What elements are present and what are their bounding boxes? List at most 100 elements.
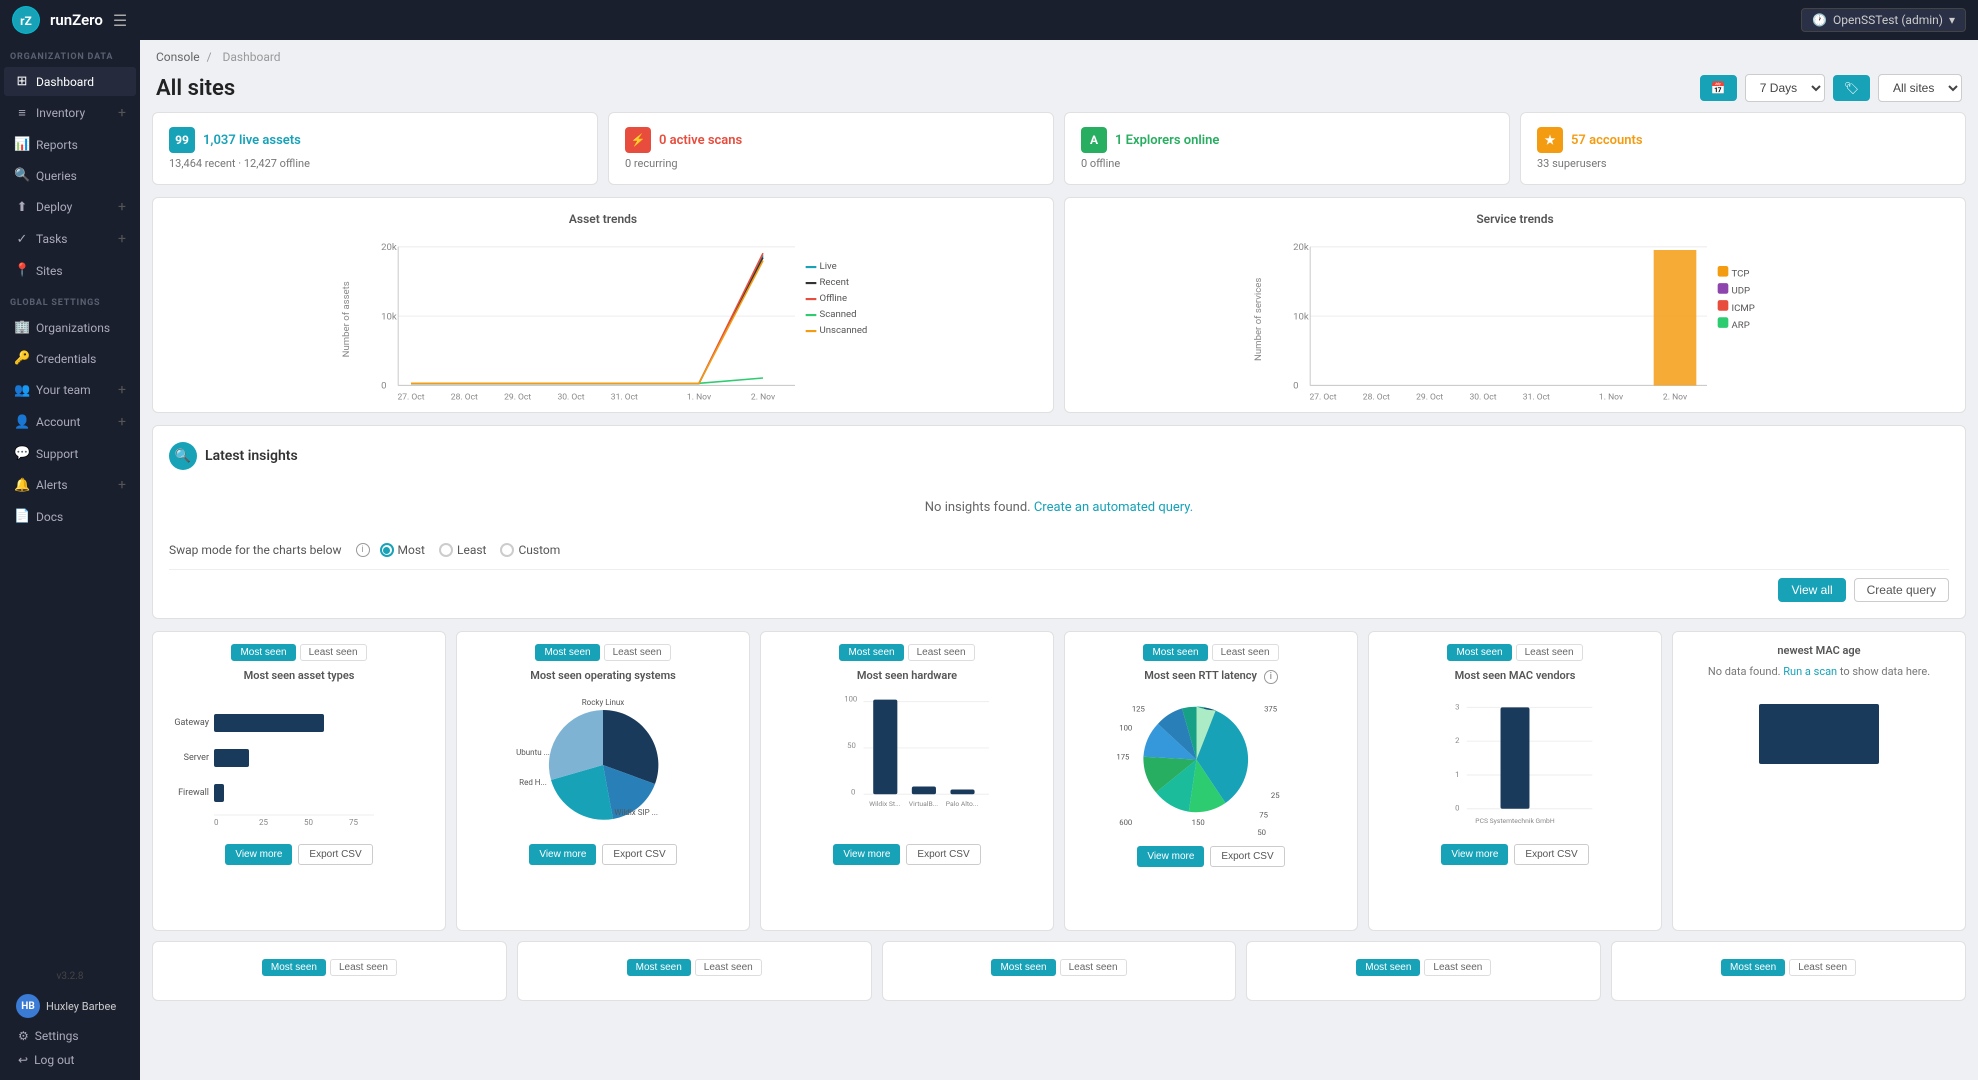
bottom-most-btn-3[interactable]: Most seen — [991, 959, 1055, 976]
sidebar-item-reports[interactable]: 📊 Reports — [4, 130, 136, 159]
org-selector[interactable]: 🕐 OpenSSTest (admin) ▾ — [1801, 8, 1966, 32]
bottom-most-btn-2[interactable]: Most seen — [627, 959, 691, 976]
svg-text:3: 3 — [1455, 702, 1459, 711]
svg-text:ARP: ARP — [1732, 320, 1750, 331]
rtt-most-btn[interactable]: Most seen — [1143, 644, 1207, 661]
asset-types-export-btn[interactable]: Export CSV — [298, 844, 372, 865]
bottom-least-btn-5[interactable]: Least seen — [1789, 959, 1856, 976]
bottom-least-btn-4[interactable]: Least seen — [1424, 959, 1491, 976]
hardware-chart: 100 50 0 Wildix St... VirtualB... Pa — [773, 690, 1041, 830]
mac-vendors-view-btn[interactable]: View more — [1441, 844, 1508, 865]
sidebar-item-support[interactable]: 💬 Support — [4, 439, 136, 468]
os-export-btn[interactable]: Export CSV — [602, 844, 676, 865]
content-area: 99 1,037 live assets 13,464 recent · 12,… — [140, 112, 1978, 1013]
mac-age-no-data: No data found. Run a scan to show data h… — [1685, 665, 1953, 678]
os-most-btn[interactable]: Most seen — [535, 644, 599, 661]
asset-types-most-btn[interactable]: Most seen — [231, 644, 295, 661]
hardware-least-btn[interactable]: Least seen — [908, 644, 975, 661]
sidebar-item-your-team[interactable]: 👥 Your team + — [4, 375, 136, 405]
bottom-least-btn-3[interactable]: Least seen — [1060, 959, 1127, 976]
svg-text:0: 0 — [851, 787, 855, 796]
radio-most[interactable]: Most — [380, 543, 425, 557]
rtt-footer: View more Export CSV — [1077, 846, 1345, 867]
accounts-sub: 33 superusers — [1537, 157, 1949, 170]
svg-text:1: 1 — [1455, 770, 1459, 779]
stat-card-accounts-header: ★ 57 accounts — [1537, 127, 1949, 153]
insights-icon: 🔍 — [169, 442, 197, 470]
swap-mode-row: Swap mode for the charts below i Most Le… — [169, 535, 1949, 569]
asset-trends-chart: Number of assets 20k 10k 0 27. Oct — [167, 234, 1039, 394]
stat-card-accounts: ★ 57 accounts 33 superusers — [1520, 112, 1966, 185]
hardware-toggle-row: Most seen Least seen — [773, 644, 1041, 661]
sidebar-item-docs[interactable]: 📄 Docs — [4, 502, 136, 531]
sidebar-item-deploy[interactable]: ⬆ Deploy + — [4, 192, 136, 222]
os-view-btn[interactable]: View more — [529, 844, 596, 865]
asset-types-least-btn[interactable]: Least seen — [300, 644, 367, 661]
mac-age-run-scan-link[interactable]: Run a scan — [1783, 665, 1837, 678]
time-range-select[interactable]: 7 Days — [1745, 74, 1825, 102]
bottom-toggle-2: Most seen Least seen — [627, 959, 762, 976]
stat-card-live-assets: 99 1,037 live assets 13,464 recent · 12,… — [152, 112, 598, 185]
site-filter-btn[interactable]: 🏷 — [1833, 75, 1870, 101]
charts-row: Asset trends Number of assets 20k 10k 0 — [152, 197, 1966, 413]
rtt-info-icon[interactable]: i — [1264, 670, 1278, 684]
svg-text:125: 125 — [1132, 704, 1146, 713]
rtt-view-btn[interactable]: View more — [1137, 846, 1204, 867]
svg-text:28. Oct: 28. Oct — [1363, 392, 1390, 402]
sidebar-item-organizations[interactable]: 🏢 Organizations — [4, 313, 136, 342]
view-all-button[interactable]: View all — [1778, 578, 1845, 602]
svg-text:Palo Alto...: Palo Alto... — [946, 800, 979, 808]
sidebar-item-alerts[interactable]: 🔔 Alerts + — [4, 470, 136, 500]
sidebar-item-logout[interactable]: ↩ Log out — [8, 1048, 132, 1072]
os-least-btn[interactable]: Least seen — [604, 644, 671, 661]
sidebar-item-credentials[interactable]: 🔑 Credentials — [4, 344, 136, 373]
sidebar-item-account[interactable]: 👤 Account + — [4, 407, 136, 437]
mac-vendors-least-btn[interactable]: Least seen — [1516, 644, 1583, 661]
sidebar-item-queries[interactable]: 🔍 Queries — [4, 161, 136, 190]
hardware-most-btn[interactable]: Most seen — [839, 644, 903, 661]
swap-info-icon[interactable]: i — [356, 543, 370, 557]
mac-vendors-export-btn[interactable]: Export CSV — [1514, 844, 1588, 865]
sidebar-item-dashboard[interactable]: ⊞ Dashboard — [4, 67, 136, 96]
sidebar: ORGANIZATION DATA ⊞ Dashboard ≡ Inventor… — [0, 40, 140, 1080]
sidebar-item-sites[interactable]: 📍 Sites — [4, 256, 136, 285]
insights-card: 🔍 Latest insights No insights found. Cre… — [152, 425, 1966, 619]
svg-text:0: 0 — [1293, 381, 1298, 392]
radio-custom[interactable]: Custom — [500, 543, 560, 557]
bottom-least-btn-1[interactable]: Least seen — [330, 959, 397, 976]
bottom-most-btn-5[interactable]: Most seen — [1721, 959, 1785, 976]
sidebar-label-docs: Docs — [36, 510, 126, 524]
sidebar-item-tasks[interactable]: ✓ Tasks + — [4, 224, 136, 254]
alerts-icon: 🔔 — [14, 478, 30, 493]
bottom-least-btn-2[interactable]: Least seen — [695, 959, 762, 976]
mac-vendors-most-btn[interactable]: Most seen — [1447, 644, 1511, 661]
hardware-title: Most seen hardware — [773, 669, 1041, 682]
hardware-view-btn[interactable]: View more — [833, 844, 900, 865]
mac-vendors-title: Most seen MAC vendors — [1381, 669, 1649, 682]
rtt-least-btn[interactable]: Least seen — [1212, 644, 1279, 661]
sidebar-item-settings[interactable]: ⚙ Settings — [8, 1024, 132, 1048]
svg-text:Ubuntu ...: Ubuntu ... — [516, 748, 550, 757]
site-filter-select[interactable]: All sites — [1878, 74, 1962, 102]
bottom-most-btn-4[interactable]: Most seen — [1356, 959, 1420, 976]
svg-text:1. Nov: 1. Nov — [1599, 392, 1623, 402]
service-trends-chart: Number of services 20k 10k 0 27. Oct 28.… — [1079, 234, 1951, 394]
mini-chart-mac-vendors: Most seen Least seen Most seen MAC vendo… — [1368, 631, 1662, 931]
create-query-button[interactable]: Create query — [1854, 578, 1949, 602]
radio-least[interactable]: Least — [439, 543, 486, 557]
rtt-export-btn[interactable]: Export CSV — [1210, 846, 1284, 867]
sidebar-item-inventory[interactable]: ≡ Inventory + — [4, 98, 136, 128]
queries-icon: 🔍 — [14, 168, 30, 183]
menu-icon[interactable]: ☰ — [113, 11, 127, 30]
organizations-icon: 🏢 — [14, 320, 30, 335]
live-assets-title: 1,037 live assets — [203, 133, 301, 148]
asset-types-view-btn[interactable]: View more — [225, 844, 292, 865]
svg-text:0: 0 — [1455, 804, 1459, 813]
create-automated-query-link[interactable]: Create an automated query. — [1034, 500, 1193, 515]
hardware-export-btn[interactable]: Export CSV — [906, 844, 980, 865]
active-scans-sub: 0 recurring — [625, 157, 1037, 170]
breadcrumb-console[interactable]: Console — [156, 50, 200, 64]
bottom-most-btn-1[interactable]: Most seen — [262, 959, 326, 976]
calendar-btn[interactable]: 📅 — [1700, 75, 1737, 101]
svg-text:Unscanned: Unscanned — [820, 325, 868, 336]
